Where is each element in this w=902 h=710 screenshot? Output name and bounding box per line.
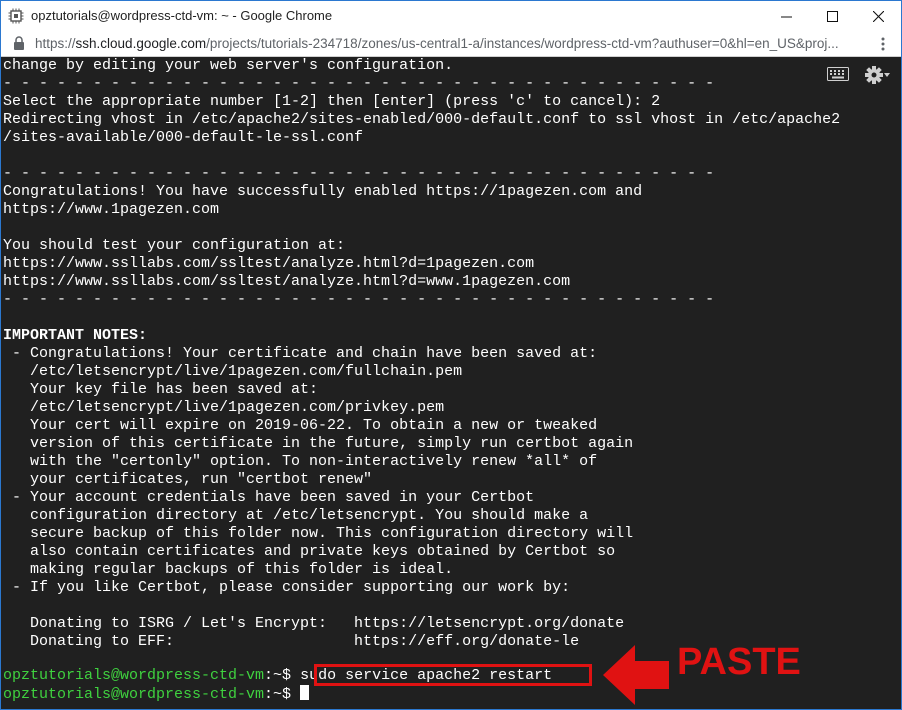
url-scheme: https://	[35, 36, 76, 51]
prompt-user: opztutorials@wordpress-ctd-vm	[3, 686, 265, 703]
url-path: /projects/tutorials-234718/zones/us-cent…	[206, 36, 839, 51]
title-bar[interactable]: opztutorials@wordpress-ctd-vm: ~ - Googl…	[1, 1, 901, 31]
terminal-line: - If you like Certbot, please consider s…	[3, 579, 571, 596]
prompt-line-2[interactable]: opztutorials@wordpress-ctd-vm:~$	[3, 685, 310, 703]
prompt-symbol: :~$	[264, 686, 301, 703]
terminal-line: You should test your configuration at:	[3, 237, 346, 254]
terminal-line: IMPORTANT NOTES:	[3, 327, 148, 344]
more-vert-icon	[881, 37, 885, 51]
terminal-line: /sites-available/000-default-le-ssl.conf	[3, 129, 364, 146]
terminal-line: Your key file has been saved at:	[3, 381, 319, 398]
prompt-user: opztutorials@wordpress-ctd-vm	[3, 667, 265, 684]
terminal-line: https://www.1pagezen.com	[3, 201, 220, 218]
terminal-line: /etc/letsencrypt/live/1pagezen.com/privk…	[3, 399, 445, 416]
terminal-line: - - - - - - - - - - - - - - - - - - - - …	[3, 75, 715, 92]
url-host: ssh.cloud.google.com	[75, 36, 207, 51]
prompt-symbol: :~$	[264, 667, 301, 684]
terminal-line: Donating to EFF: https://eff.org/donate-…	[3, 633, 580, 650]
close-button[interactable]	[855, 1, 901, 31]
terminal-line: your certificates, run "certbot renew"	[3, 471, 373, 488]
arrow-left-icon	[603, 645, 669, 705]
terminal-line: configuration directory at /etc/letsencr…	[3, 507, 589, 524]
minimize-button[interactable]	[763, 1, 809, 31]
close-icon	[872, 10, 884, 22]
terminal-cursor	[300, 685, 310, 700]
more-options-button[interactable]	[873, 34, 893, 54]
terminal-line: Congratulations! You have successfully e…	[3, 183, 643, 200]
url-text[interactable]: https://ssh.cloud.google.com/projects/tu…	[35, 36, 839, 51]
address-bar[interactable]: https://ssh.cloud.google.com/projects/tu…	[1, 31, 901, 57]
terminal-line: /etc/letsencrypt/live/1pagezen.com/fullc…	[3, 363, 463, 380]
minimize-icon	[780, 16, 792, 17]
terminal-line: https://www.ssllabs.com/ssltest/analyze.…	[3, 273, 571, 290]
terminal-line: Donating to ISRG / Let's Encrypt: https:…	[3, 615, 625, 632]
chip-icon	[8, 8, 24, 24]
terminal-line: Redirecting vhost in /etc/apache2/sites-…	[3, 111, 841, 128]
terminal[interactable]: change by editing your web server's conf…	[1, 57, 901, 709]
terminal-line: Select the appropriate number [1-2] then…	[3, 93, 661, 110]
window-title: opztutorials@wordpress-ctd-vm: ~ - Googl…	[31, 8, 333, 23]
terminal-line: secure backup of this folder now. This c…	[3, 525, 634, 542]
terminal-line: with the "certonly" option. To non-inter…	[3, 453, 598, 470]
terminal-line: - - - - - - - - - - - - - - - - - - - - …	[3, 291, 715, 308]
terminal-line: - - - - - - - - - - - - - - - - - - - - …	[3, 165, 715, 182]
keyboard-icon[interactable]	[827, 67, 849, 81]
terminal-line: version of this certificate in the futur…	[3, 435, 634, 452]
terminal-line: Your cert will expire on 2019-06-22. To …	[3, 417, 598, 434]
command-highlight-box	[314, 664, 592, 686]
terminal-line: https://www.ssllabs.com/ssltest/analyze.…	[3, 255, 535, 272]
maximize-button[interactable]	[809, 1, 855, 31]
terminal-line: - Your account credentials have been sav…	[3, 489, 535, 506]
terminal-line: - Congratulations! Your certificate and …	[3, 345, 598, 362]
terminal-line: also contain certificates and private ke…	[3, 543, 616, 560]
terminal-line: change by editing your web server's conf…	[3, 57, 454, 74]
terminal-line: making regular backups of this folder is…	[3, 561, 454, 578]
maximize-icon	[826, 10, 838, 22]
paste-annotation: PASTE	[677, 641, 801, 683]
gear-icon[interactable]	[864, 65, 890, 85]
lock-icon	[14, 36, 24, 50]
browser-window: opztutorials@wordpress-ctd-vm: ~ - Googl…	[0, 0, 902, 710]
